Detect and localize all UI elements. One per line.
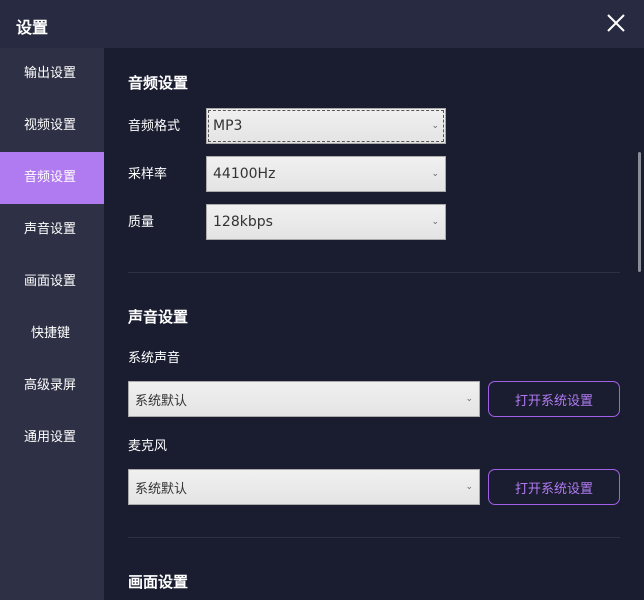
sample-rate-value: 44100Hz [213, 166, 276, 182]
sample-rate-select[interactable]: 44100Hz ⌄ [206, 156, 446, 192]
open-system-settings-button[interactable]: 打开系统设置 [488, 381, 620, 417]
sidebar-item-video[interactable]: 视频设置 [0, 100, 104, 152]
screen-heading: 画面设置 [128, 573, 189, 591]
sample-rate-label: 采样率 [128, 167, 168, 182]
divider [128, 272, 620, 273]
sidebar-item-general[interactable]: 通用设置 [0, 412, 104, 464]
chevron-down-icon: ⌄ [465, 394, 473, 404]
chevron-down-icon: ⌄ [431, 121, 439, 131]
format-select[interactable]: MP3 ⌄ [206, 108, 446, 144]
format-label: 音频格式 [128, 119, 181, 134]
mic-label: 麦克风 [128, 439, 168, 454]
sidebar-item-screen[interactable]: 画面设置 [0, 256, 104, 308]
mic-value: 系统默认 [135, 481, 188, 497]
title-bar: 设置 [0, 0, 644, 48]
system-sound-label: 系统声音 [128, 351, 181, 366]
window-title: 设置 [16, 18, 49, 37]
quality-label: 质量 [128, 215, 155, 230]
sidebar-item-hotkeys[interactable]: 快捷键 [0, 308, 104, 360]
scrollbar[interactable] [638, 152, 641, 272]
open-mic-settings-button[interactable]: 打开系统设置 [488, 469, 620, 505]
sidebar-item-output[interactable]: 输出设置 [0, 48, 104, 100]
divider [128, 537, 620, 538]
sound-heading: 声音设置 [128, 308, 189, 326]
sidebar-item-audio[interactable]: 音频设置 [0, 152, 104, 204]
sidebar-item-advanced[interactable]: 高级录屏 [0, 360, 104, 412]
chevron-down-icon: ⌄ [431, 169, 439, 179]
quality-value: 128kbps [213, 214, 273, 230]
audio-heading: 音频设置 [128, 74, 189, 92]
sidebar-item-sound[interactable]: 声音设置 [0, 204, 104, 256]
system-sound-select[interactable]: 系统默认 ⌄ [128, 381, 480, 417]
format-value: MP3 [213, 118, 243, 134]
sidebar: 输出设置 视频设置 音频设置 声音设置 画面设置 快捷键 高级录屏 通用设置 [0, 48, 104, 600]
quality-select[interactable]: 128kbps ⌄ [206, 204, 446, 240]
close-icon[interactable] [606, 12, 626, 34]
mic-select[interactable]: 系统默认 ⌄ [128, 469, 480, 505]
settings-panel: 音频设置 音频格式 MP3 ⌄ 采样率 44100Hz ⌄ 质量 128kbps ⌄ … [104, 48, 644, 600]
chevron-down-icon: ⌄ [465, 482, 473, 492]
system-sound-value: 系统默认 [135, 393, 188, 409]
chevron-down-icon: ⌄ [431, 217, 439, 227]
